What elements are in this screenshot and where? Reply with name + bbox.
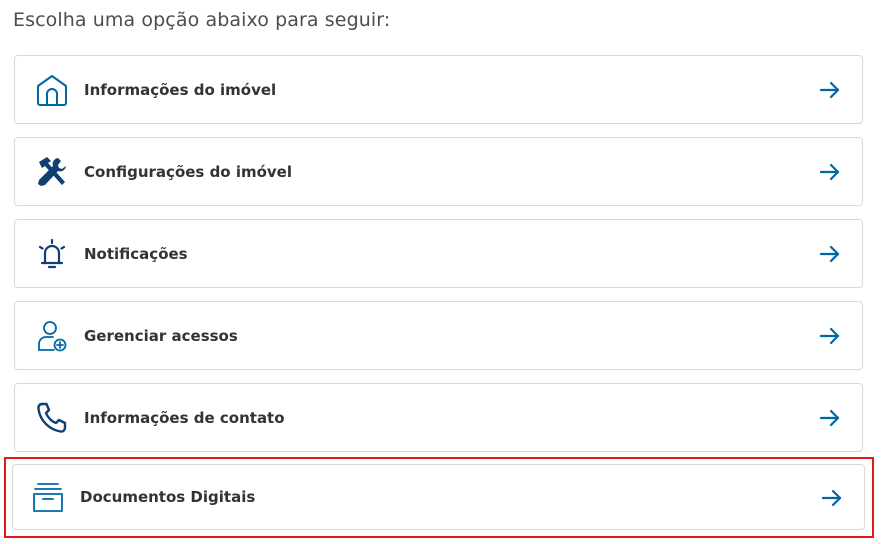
- tools-icon: [34, 154, 70, 190]
- arrow-right-icon: [818, 406, 842, 430]
- option-label: Configurações do imóvel: [84, 162, 293, 181]
- option-documentos-digitais[interactable]: Documentos Digitais: [12, 464, 865, 530]
- option-label: Gerenciar acessos: [84, 326, 238, 345]
- option-informacoes-do-imovel[interactable]: Informações do imóvel: [14, 55, 863, 124]
- alarm-bell-icon: [34, 236, 70, 272]
- archive-box-icon: [30, 480, 66, 516]
- page-heading: Escolha uma opção abaixo para seguir:: [13, 9, 391, 31]
- option-label: Documentos Digitais: [80, 488, 256, 506]
- arrow-right-icon: [818, 324, 842, 348]
- phone-icon: [34, 400, 70, 436]
- option-label: Informações de contato: [84, 408, 285, 427]
- option-configuracoes-do-imovel[interactable]: Configurações do imóvel: [14, 137, 863, 206]
- arrow-right-icon: [818, 160, 842, 184]
- option-informacoes-de-contato[interactable]: Informações de contato: [14, 383, 863, 452]
- option-label: Notificações: [84, 244, 188, 263]
- house-icon: [34, 72, 70, 108]
- option-gerenciar-acessos[interactable]: Gerenciar acessos: [14, 301, 863, 370]
- user-add-icon: [34, 318, 70, 354]
- arrow-right-icon: [820, 486, 844, 510]
- option-notificacoes[interactable]: Notificações: [14, 219, 863, 288]
- option-label: Informações do imóvel: [84, 80, 277, 99]
- arrow-right-icon: [818, 242, 842, 266]
- arrow-right-icon: [818, 78, 842, 102]
